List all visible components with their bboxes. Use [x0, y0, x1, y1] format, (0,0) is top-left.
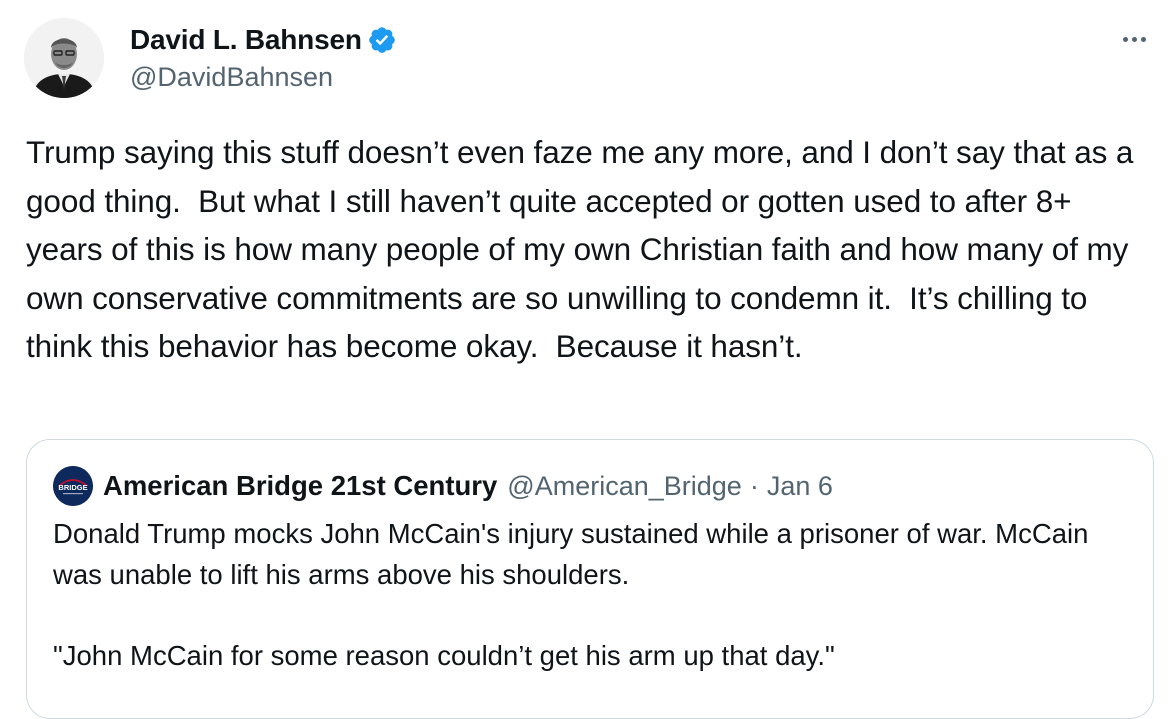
author-display-name[interactable]: David L. Bahnsen — [130, 24, 362, 56]
quoted-separator: · — [749, 470, 759, 501]
quoted-display-name[interactable]: American Bridge 21st Century — [103, 470, 497, 502]
quoted-tweet[interactable]: BRIDGE American Bridge 21st Century @Ame… — [26, 439, 1154, 719]
verified-badge-icon[interactable] — [367, 25, 397, 55]
quoted-tweet-text: Donald Trump mocks John McCain's injury … — [53, 518, 1089, 671]
quoted-avatar-logo-text: BRIDGE — [58, 483, 87, 492]
author-handle[interactable]: @DavidBahnsen — [130, 62, 397, 93]
tweet-text: Trump saying this stuff doesn’t even faz… — [26, 134, 1142, 364]
author-avatar[interactable] — [24, 18, 104, 98]
author-names: David L. Bahnsen @DavidBahnsen — [130, 20, 397, 93]
quoted-author-avatar[interactable]: BRIDGE — [53, 466, 93, 506]
more-options-icon[interactable] — [1114, 24, 1154, 54]
quoted-handle[interactable]: @American_Bridge — [507, 471, 742, 502]
quoted-date[interactable]: Jan 6 — [767, 471, 833, 502]
quoted-tweet-header: BRIDGE American Bridge 21st Century @Ame… — [53, 466, 833, 506]
author-photo — [24, 18, 104, 98]
tweet-header: David L. Bahnsen @DavidBahnsen — [24, 18, 1154, 100]
